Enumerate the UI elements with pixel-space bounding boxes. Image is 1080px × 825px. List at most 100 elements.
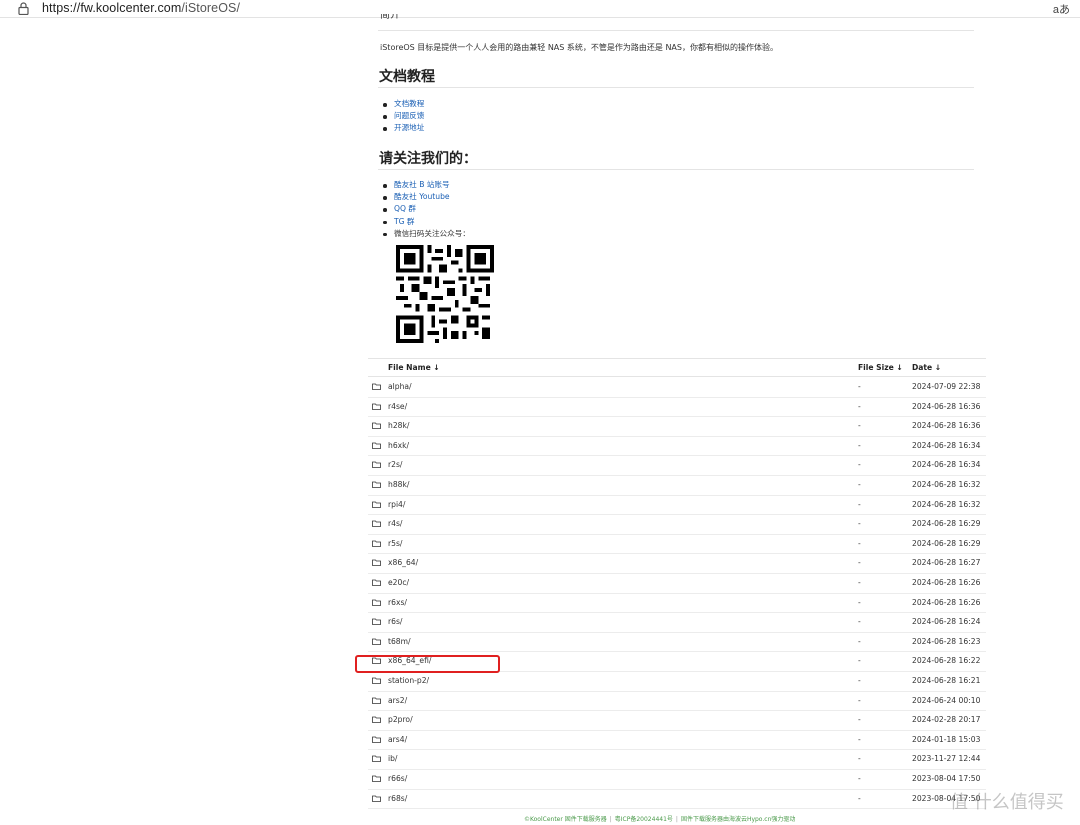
file-name-link[interactable]: station-p2/ — [388, 676, 429, 685]
file-date: 2024-06-28 16:34 — [912, 460, 981, 470]
file-size: - — [858, 715, 861, 725]
folder-icon — [372, 677, 381, 684]
table-row[interactable]: ars4/ - 2024-01-18 15:03 — [368, 731, 986, 751]
folder-icon — [372, 383, 381, 390]
section-heading-intro: 简介 — [380, 14, 400, 21]
table-row[interactable]: h6xk/ - 2024-06-28 16:34 — [368, 437, 986, 457]
file-date: 2024-07-09 22:38 — [912, 382, 981, 391]
file-name-link[interactable]: h28k/ — [388, 421, 409, 430]
table-row[interactable]: rpi4/ - 2024-06-28 16:32 — [368, 496, 986, 516]
file-name-link[interactable]: h6xk/ — [388, 441, 409, 450]
file-name-link[interactable]: r4se/ — [388, 402, 407, 411]
file-size: - — [858, 676, 861, 685]
divider — [378, 87, 974, 88]
sort-by-date[interactable]: Date ↓ — [912, 363, 941, 372]
folder-icon — [372, 618, 381, 626]
sort-by-name[interactable]: File Name ↓ — [388, 363, 440, 372]
lock-icon — [18, 2, 29, 15]
list-item: TG 群 — [383, 216, 470, 228]
file-name-link[interactable]: r5s/ — [388, 539, 402, 548]
folder-icon — [372, 716, 381, 724]
youtube-link[interactable]: 酷友社 Youtube — [394, 192, 450, 201]
table-row[interactable]: h28k/ - 2024-06-28 16:36 — [368, 417, 986, 437]
table-row[interactable]: x86_64/ - 2024-06-28 16:27 — [368, 554, 986, 574]
file-date: 2024-06-28 16:29 — [912, 519, 981, 529]
footer-icp[interactable]: 粤ICP备20024441号 — [615, 816, 673, 823]
highlight-box — [355, 655, 500, 673]
file-name-link[interactable]: ars4/ — [388, 735, 407, 744]
file-date: 2024-06-28 16:32 — [912, 499, 981, 509]
file-size: - — [858, 558, 861, 568]
list-item: 开源地址 — [383, 122, 424, 134]
reader-mode-icon[interactable]: aあ — [1053, 1, 1070, 17]
file-name-link[interactable]: h88k/ — [388, 480, 409, 489]
table-row[interactable]: e20c/ - 2024-06-28 16:26 — [368, 574, 986, 594]
table-row[interactable]: station-p2/ - 2024-06-28 16:21 — [368, 672, 986, 692]
table-row[interactable]: r68s/-2023-08-04 17:50 — [368, 790, 986, 810]
table-row[interactable]: ib/ - 2023-11-27 12:44 — [368, 750, 986, 770]
file-name-link[interactable]: r6s/ — [388, 617, 402, 626]
table-header: File Name ↓ File Size ↓ Date ↓ — [368, 358, 986, 377]
file-size: - — [858, 480, 861, 489]
feedback-link[interactable]: 问题反馈 — [394, 111, 424, 120]
list-item: 微信扫码关注公众号： — [383, 228, 470, 240]
file-date: 2024-06-28 16:36 — [912, 401, 981, 411]
sort-by-size[interactable]: File Size ↓ — [858, 363, 903, 372]
source-link[interactable]: 开源地址 — [394, 123, 424, 132]
qq-group-link[interactable]: QQ 群 — [394, 204, 416, 213]
table-row[interactable]: r5s/ - 2024-06-28 16:29 — [368, 535, 986, 555]
follow-link-list: 酷友社 B 站账号 酷友社 Youtube QQ 群 TG 群 微信扫码关注公众… — [383, 179, 470, 240]
tg-group-link[interactable]: TG 群 — [394, 217, 415, 226]
file-name-link[interactable]: rpi4/ — [388, 500, 405, 509]
table-row[interactable]: p2pro/ - 2024-02-28 20:17 — [368, 711, 986, 731]
folder-icon — [372, 461, 381, 469]
bilibili-link[interactable]: 酷友社 B 站账号 — [394, 180, 450, 189]
table-row[interactable]: r6xs/ - 2024-06-28 16:26 — [368, 594, 986, 614]
folder-icon — [372, 755, 381, 763]
table-row[interactable]: r4se/ - 2024-06-28 16:36 — [368, 398, 986, 418]
file-name-link[interactable]: ib/ — [388, 754, 398, 763]
folder-icon — [372, 638, 381, 645]
file-name-link[interactable]: alpha/ — [388, 382, 412, 391]
file-name-link[interactable]: x86_64/ — [388, 558, 418, 567]
file-name-link[interactable]: ars2/ — [388, 696, 407, 705]
file-size: - — [858, 499, 861, 509]
folder-icon — [372, 481, 381, 488]
table-row[interactable]: h88k/ - 2024-06-28 16:32 — [368, 476, 986, 496]
file-date: 2024-06-28 16:32 — [912, 480, 981, 489]
list-item: 酷友社 B 站账号 — [383, 179, 470, 191]
table-row[interactable]: alpha/ - 2024-07-09 22:38 — [368, 378, 986, 398]
file-name-link[interactable]: t68m/ — [388, 637, 411, 646]
folder-icon — [372, 403, 381, 410]
url-text[interactable]: https://fw.koolcenter.com/iStoreOS/ — [42, 1, 240, 15]
docs-link[interactable]: 文档教程 — [394, 99, 424, 108]
file-date: 2024-06-28 16:23 — [912, 636, 981, 646]
file-name-link[interactable]: p2pro/ — [388, 715, 413, 724]
table-row[interactable]: ars2/ - 2024-06-24 00:10 — [368, 692, 986, 712]
file-name-link[interactable]: r66s/ — [388, 774, 407, 783]
folder-icon — [372, 422, 381, 430]
file-date: 2023-08-04 17:50 — [912, 774, 981, 783]
file-size: - — [858, 617, 861, 627]
table-row[interactable]: r4s/ - 2024-06-28 16:29 — [368, 515, 986, 535]
watermark-logo: 值 什么值得买 — [950, 792, 1064, 813]
table-row[interactable]: r6s/ - 2024-06-28 16:24 — [368, 613, 986, 633]
file-name-link[interactable]: r4s/ — [388, 519, 402, 528]
folder-icon — [372, 775, 381, 782]
file-size: - — [858, 754, 861, 764]
file-name-link[interactable]: e20c/ — [388, 578, 409, 587]
footer-copyright[interactable]: ©KoolCenter 固件下载服务器 — [524, 816, 607, 823]
table-row[interactable]: t68m/ - 2024-06-28 16:23 — [368, 633, 986, 653]
table-row[interactable]: r66s/ - 2023-08-04 17:50 — [368, 770, 986, 790]
footer-sponsor[interactable]: 固件下载服务器由海波云Hypo.cn强力驱动 — [681, 816, 795, 823]
file-size: - — [858, 793, 861, 803]
folder-icon — [372, 559, 381, 567]
file-name-link[interactable]: r68s/ — [388, 794, 407, 803]
file-date: 2024-06-28 16:27 — [912, 558, 981, 568]
file-size: - — [858, 774, 861, 783]
address-bar[interactable]: https://fw.koolcenter.com/iStoreOS/ aあ — [0, 0, 1080, 18]
file-name-link[interactable]: r6xs/ — [388, 598, 407, 607]
table-row[interactable]: r2s/ - 2024-06-28 16:34 — [368, 456, 986, 476]
file-date: 2024-06-28 16:22 — [912, 656, 981, 666]
file-name-link[interactable]: r2s/ — [388, 460, 402, 469]
